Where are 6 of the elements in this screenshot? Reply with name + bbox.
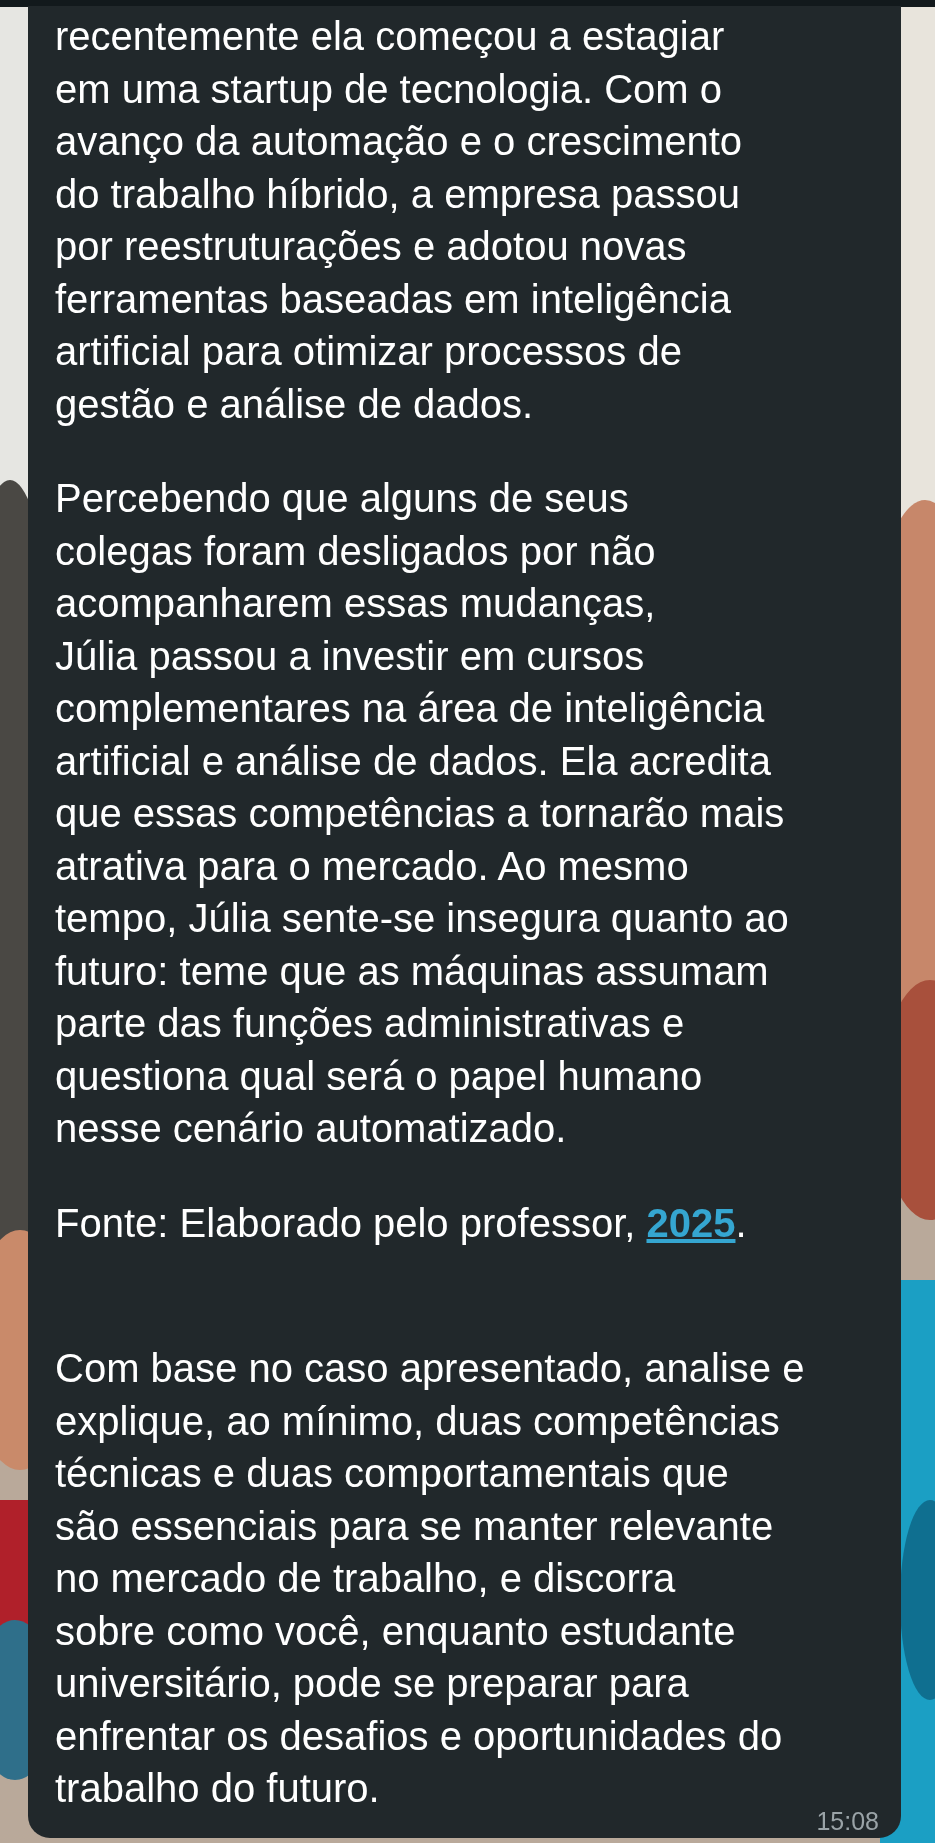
message-paragraph: Percebendo que alguns de seus colegas foram desligados por não acompanharem essas mudanças, Júlia passou a investir em cursos complementares na área de inteligência artificial e análise de dados. Ela acredita que essas competências a tornarão mais atrativa para o mercado. Ao mesmo tempo, Júlia sente-se insegura quanto ao futuro: teme que as máquinas assumam parte das funções administrativas e questiona qual será o papel humano nesse cenário automatizado. xyxy=(55,475,789,1152)
source-text: Fonte: Elaborado pelo professor, 2025. xyxy=(55,1199,747,1247)
question-text: Com base no caso apresentado, analise e explique, ao mínimo, duas competências técnicas e duas comportamentais que são essenciais para se manter relevante no mercado de trabalho, e discorra sobre como você, enquanto estudante universitário, pode se preparar para enfrentar os desafios e oportunidades do trabalho do futuro. xyxy=(55,1345,805,1812)
message-paragraph: recentemente ela começou a estagiar em uma startup de tecnologia. Com o avanço da automação e o crescimento do trabalho híbrido, a empresa passou por reestruturações e adotou novas ferramentas baseadas em inteligência artificial para otimizar processos de gestão e análise de dados. xyxy=(55,13,743,428)
message-time: 15:08 xyxy=(816,1806,879,1836)
year-link[interactable]: 2025 xyxy=(646,1200,736,1245)
